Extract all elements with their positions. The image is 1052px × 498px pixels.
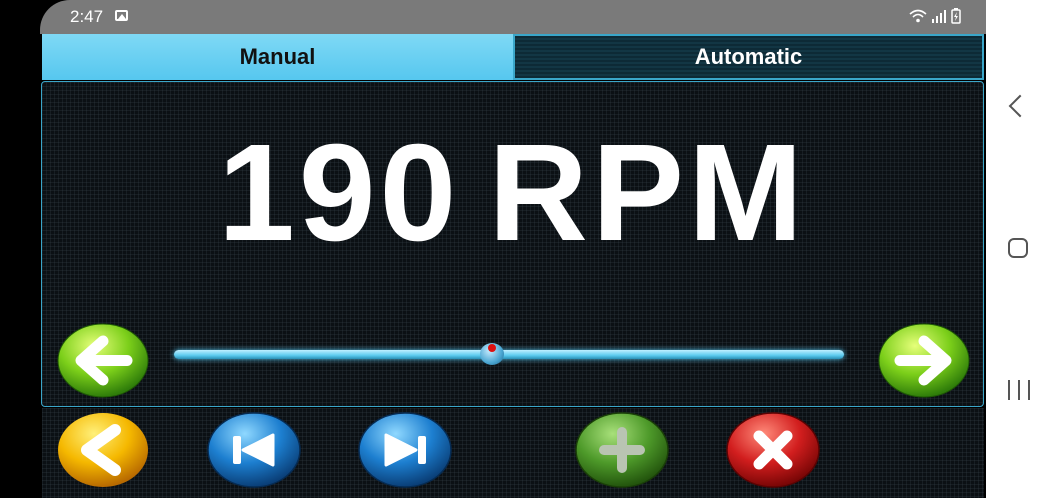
wifi-icon bbox=[909, 9, 927, 23]
right-arrow-icon bbox=[878, 323, 970, 398]
home-icon[interactable] bbox=[1008, 238, 1028, 258]
next-button[interactable] bbox=[358, 412, 452, 488]
plus-icon bbox=[575, 412, 669, 488]
tab-manual[interactable]: Manual bbox=[42, 34, 513, 80]
gallery-icon bbox=[115, 10, 128, 21]
skip-previous-icon bbox=[207, 412, 301, 488]
status-bar: 2:47 bbox=[40, 0, 986, 34]
decrease-button[interactable] bbox=[57, 323, 149, 398]
increase-button[interactable] bbox=[878, 323, 970, 398]
rpm-value: 190 bbox=[218, 116, 461, 270]
control-bar bbox=[42, 408, 984, 498]
app-screen: 2:47 Manual Automatic 190 RPM bbox=[0, 0, 986, 498]
left-arrow-icon bbox=[57, 323, 149, 398]
back-button[interactable] bbox=[57, 412, 149, 488]
chevron-left-icon bbox=[58, 413, 148, 487]
signal-icon bbox=[932, 10, 946, 23]
tab-automatic[interactable]: Automatic bbox=[513, 34, 984, 80]
rpm-unit: RPM bbox=[488, 116, 807, 270]
add-button[interactable] bbox=[575, 412, 669, 488]
system-navigation-bar bbox=[986, 0, 1052, 498]
recents-icon[interactable] bbox=[1008, 380, 1030, 400]
close-icon bbox=[726, 412, 820, 488]
battery-charging-icon bbox=[951, 8, 961, 24]
status-icons bbox=[909, 8, 961, 24]
status-time: 2:47 bbox=[70, 7, 104, 26]
close-button[interactable] bbox=[726, 412, 820, 488]
speed-slider-track[interactable] bbox=[174, 350, 844, 359]
rpm-readout: 190 RPM bbox=[42, 124, 983, 262]
skip-next-icon bbox=[358, 412, 452, 488]
mode-tabs: Manual Automatic bbox=[42, 34, 984, 80]
previous-button[interactable] bbox=[207, 412, 301, 488]
back-icon[interactable] bbox=[1008, 94, 1032, 118]
